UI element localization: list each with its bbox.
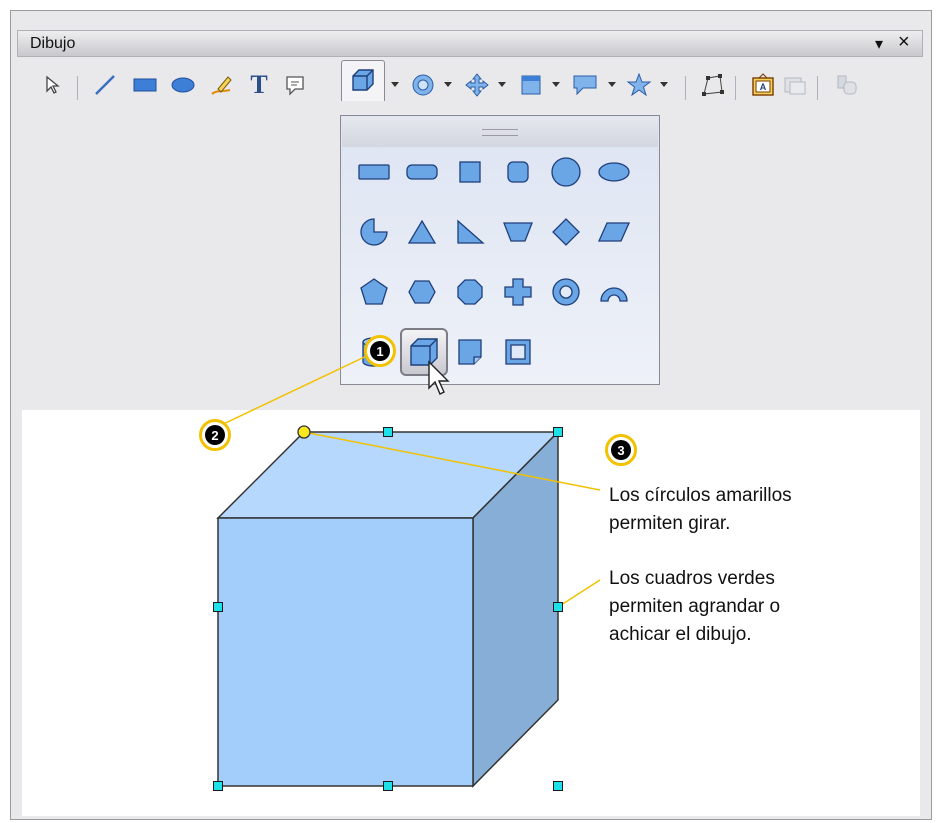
callout-badge-1: 1 xyxy=(364,335,396,367)
resize-handle-right[interactable] xyxy=(553,602,563,612)
rotate-note-line: permiten girar. xyxy=(609,513,731,534)
resize-note-line: permiten agrandar o xyxy=(609,596,781,617)
resize-note-line: achicar el dibujo. xyxy=(609,624,752,645)
rotate-note: Los círculos amarillos permiten girar. xyxy=(609,482,792,538)
resize-handle-left[interactable] xyxy=(213,602,223,612)
rotate-note-line: Los círculos amarillos xyxy=(609,485,792,506)
resize-handle-top-right[interactable] xyxy=(553,427,563,437)
leader-line-2 xyxy=(214,351,376,429)
resize-note: Los cuadros verdes permiten agrandar o a… xyxy=(609,565,780,649)
leader-line-resize xyxy=(557,579,601,608)
resize-handle-bottom-right[interactable] xyxy=(553,781,563,791)
callout-badge-3: 3 xyxy=(605,434,637,466)
cube-drawing xyxy=(214,351,601,788)
cube-front-face xyxy=(217,517,474,787)
rotate-handle xyxy=(297,425,311,439)
resize-handle-bottom-left[interactable] xyxy=(213,781,223,791)
resize-note-line: Los cuadros verdes xyxy=(609,568,775,589)
callout-badge-2: 2 xyxy=(199,419,231,451)
resize-handle-top[interactable] xyxy=(383,427,393,437)
resize-handle-bottom[interactable] xyxy=(383,781,393,791)
